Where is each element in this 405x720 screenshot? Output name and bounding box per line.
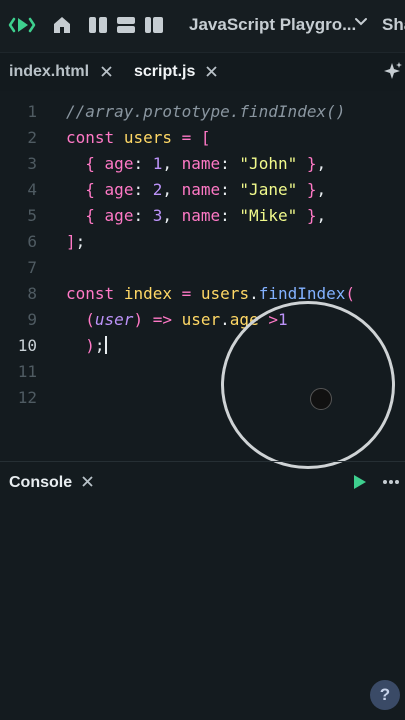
line-number: 12 xyxy=(17,388,37,407)
line-number: 3 xyxy=(27,154,37,173)
code-line-3: { age: 1, name: "John" }, xyxy=(85,154,327,173)
line-number: 10 xyxy=(17,336,37,355)
share-button[interactable]: Sha xyxy=(382,15,405,35)
line-number: 6 xyxy=(27,232,37,251)
line-number: 5 xyxy=(27,206,37,225)
project-title[interactable]: JavaScript Playgro... xyxy=(189,15,356,35)
line-number: 4 xyxy=(27,180,37,199)
code-line-1: //array.prototype.findIndex() xyxy=(66,102,345,121)
help-button[interactable]: ? xyxy=(370,680,400,710)
tab-index-html[interactable]: index.html xyxy=(9,63,89,81)
play-logo-icon[interactable] xyxy=(8,11,36,39)
file-tabs: index.html script.js xyxy=(0,52,405,91)
top-bar: JavaScript Playgro... Sha xyxy=(0,0,405,52)
text-cursor xyxy=(104,336,107,354)
home-icon[interactable] xyxy=(51,14,73,36)
close-icon[interactable] xyxy=(101,66,112,77)
touch-indicator-ring xyxy=(221,301,395,469)
line-number: 7 xyxy=(27,258,37,277)
console-tab[interactable]: Console xyxy=(9,474,72,492)
chevron-down-icon[interactable] xyxy=(354,15,368,29)
console-panel-header: Console xyxy=(0,462,405,502)
code-keyword: const xyxy=(66,128,115,147)
touch-indicator-dot xyxy=(310,388,332,410)
line-number: 11 xyxy=(17,362,37,381)
tab-script-js[interactable]: script.js xyxy=(134,63,195,81)
code-line-10: ); xyxy=(85,336,107,355)
sparkle-icon[interactable] xyxy=(383,61,403,81)
more-options-icon[interactable] xyxy=(382,474,400,490)
code-comment: //array.prototype.findIndex() xyxy=(66,102,346,121)
run-icon[interactable] xyxy=(353,474,367,490)
close-icon[interactable] xyxy=(82,476,93,487)
sidebar-layout-icon[interactable] xyxy=(143,14,165,36)
line-number: 1 xyxy=(27,102,37,121)
code-line-2: const users = [ xyxy=(66,128,211,147)
code-line-5: { age: 3, name: "Mike" }, xyxy=(85,206,327,225)
line-number: 9 xyxy=(27,310,37,329)
split-layout-icon[interactable] xyxy=(87,14,109,36)
code-line-6: ]; xyxy=(66,232,86,251)
close-icon[interactable] xyxy=(206,66,217,77)
stacked-layout-icon[interactable] xyxy=(115,14,137,36)
line-number: 2 xyxy=(27,128,37,147)
code-variable: users xyxy=(123,128,172,147)
line-number: 8 xyxy=(27,284,37,303)
code-line-4: { age: 2, name: "Jane" }, xyxy=(85,180,327,199)
